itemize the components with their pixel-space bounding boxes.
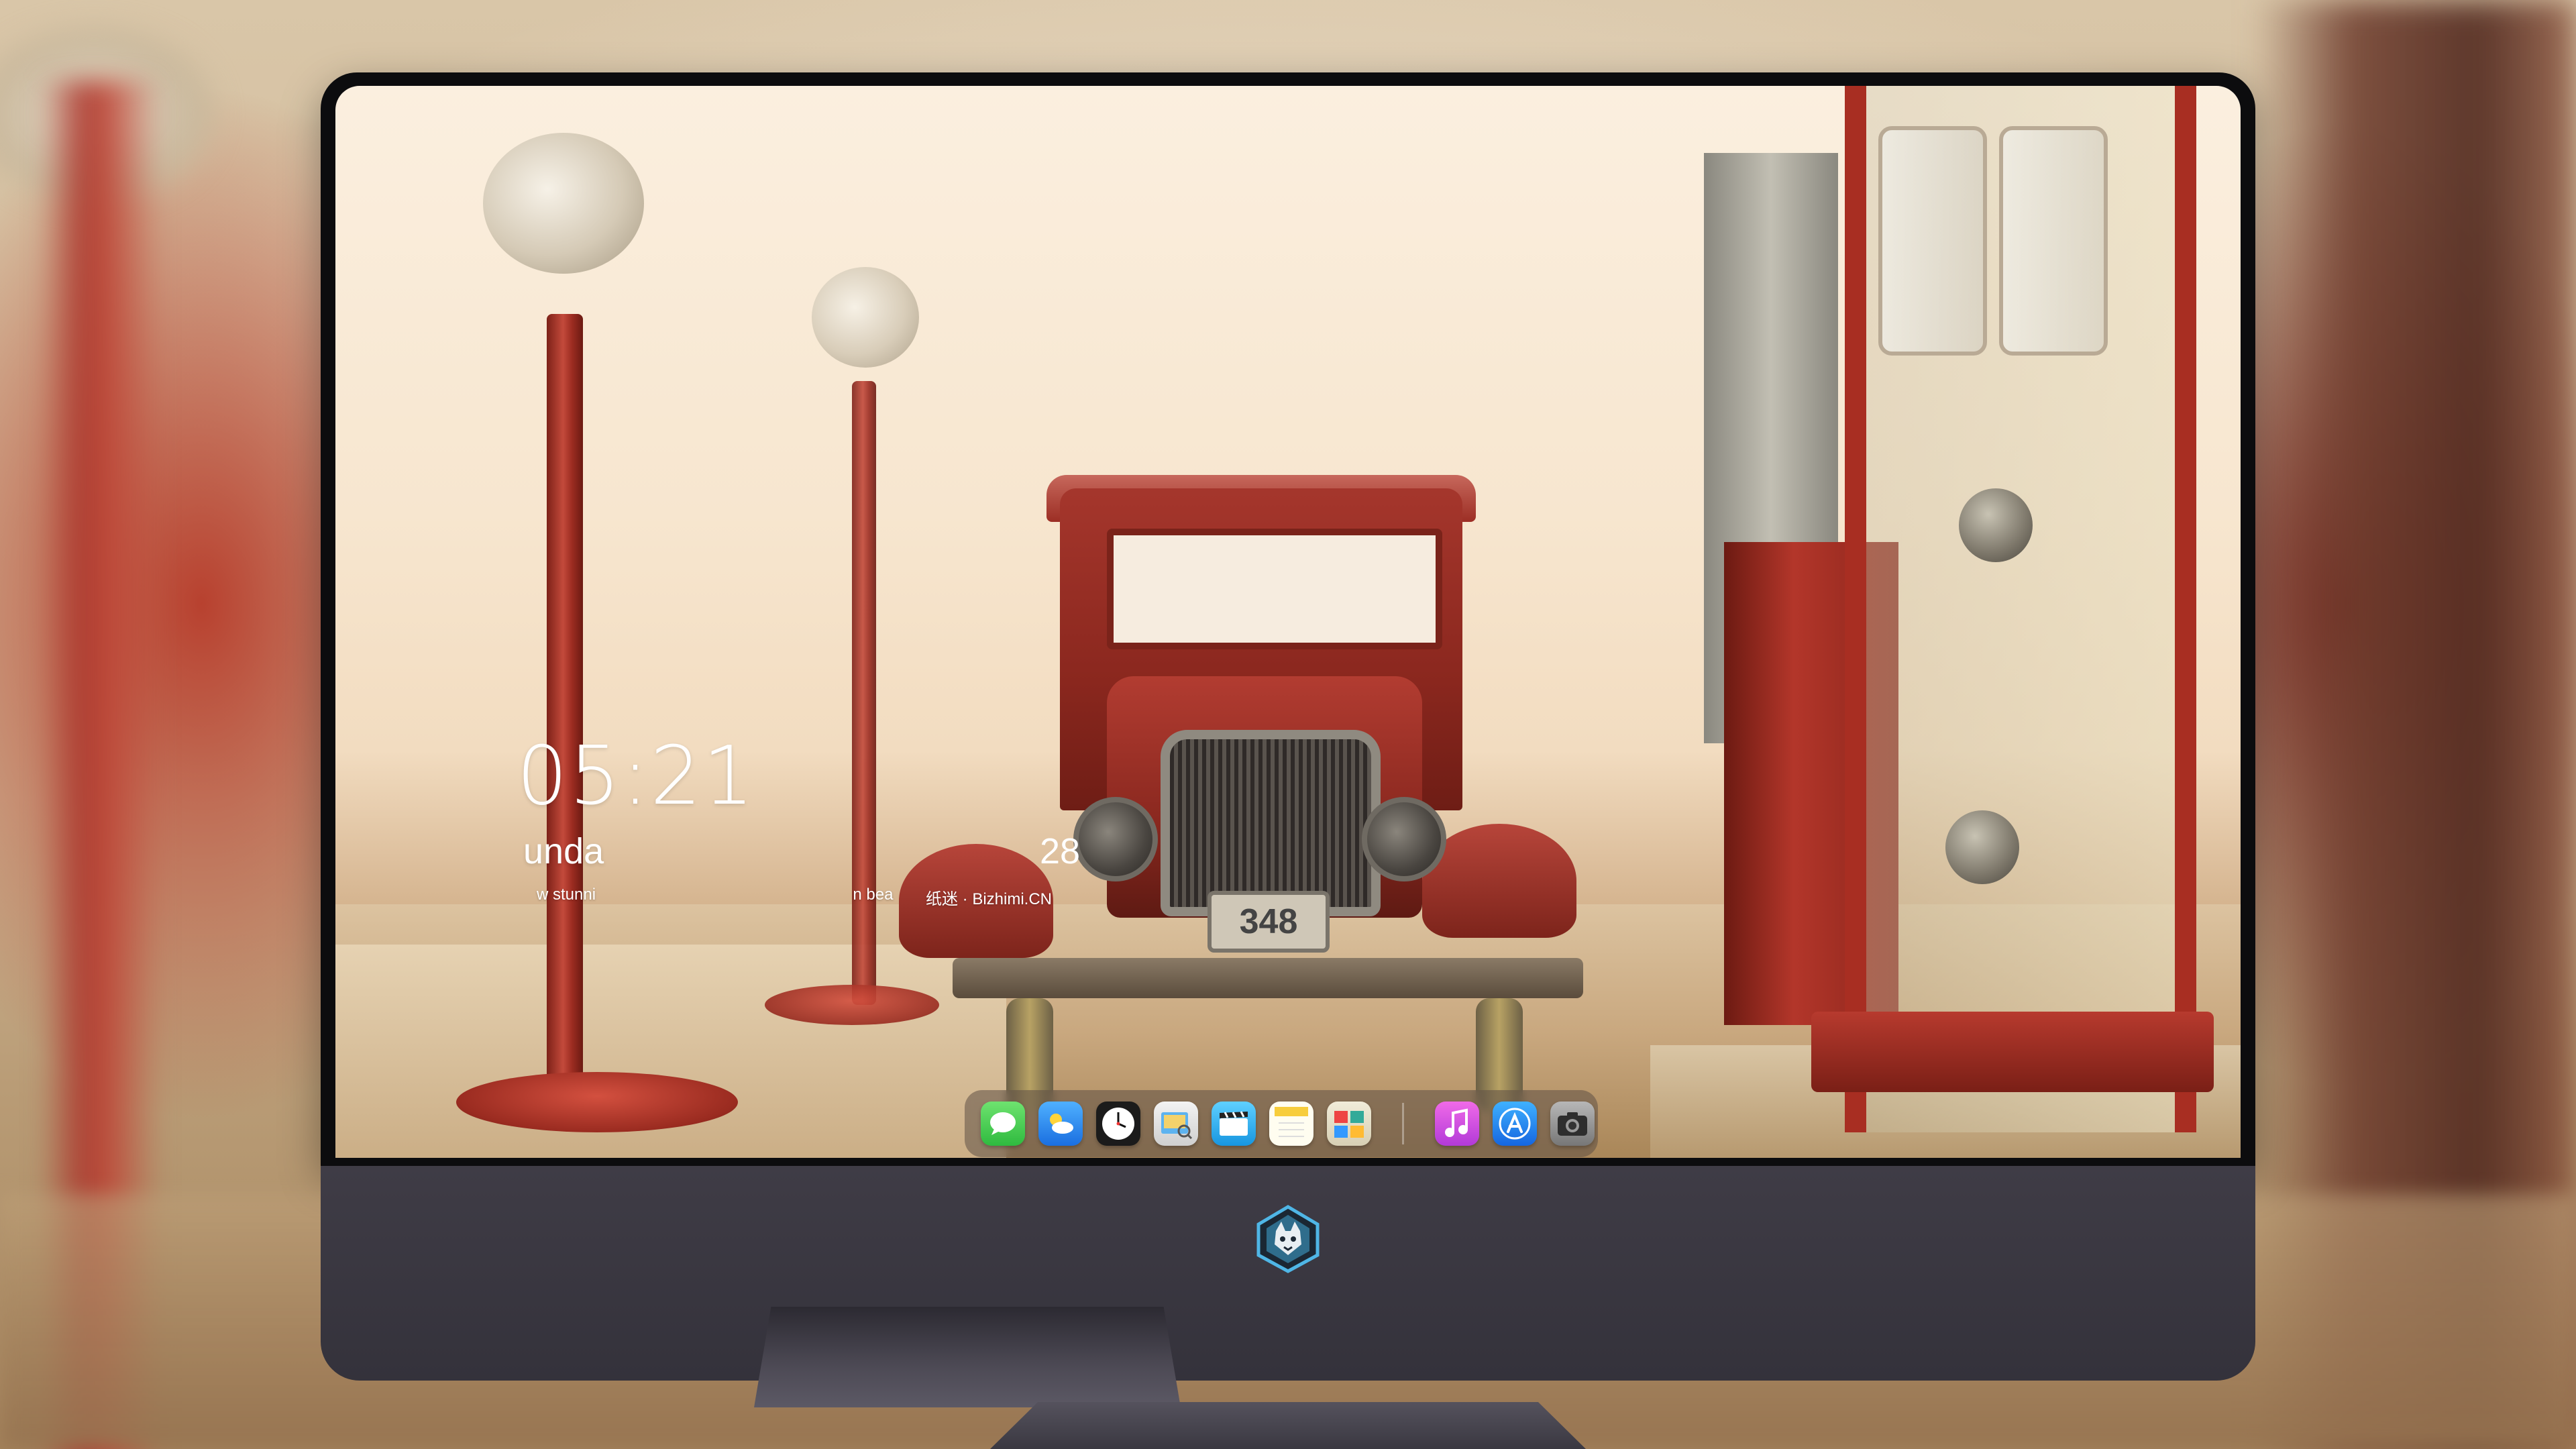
wallpaper-pump-valve-top: [1959, 488, 2033, 562]
wallpaper-lamp-middle-pole: [852, 381, 876, 1005]
wallpaper-pump-glass-left: [1878, 126, 1987, 356]
wallpaper-pump-glass-right: [1999, 126, 2108, 356]
wallpaper-truck-headlight-left: [1073, 797, 1158, 881]
wolf-mascot-logo-icon: [1253, 1204, 1323, 1274]
wallpaper-truck-window: [1107, 529, 1442, 649]
app-store-icon[interactable]: [1493, 1102, 1537, 1146]
monitor-stand-base: [990, 1402, 1586, 1449]
monitor-bezel: 348 05:21 unda 28 w stunni n bea 纸迷 · Bi…: [321, 72, 2255, 1166]
wallpaper-caption-text: w stunni: [537, 885, 596, 904]
monitor: 348 05:21 unda 28 w stunni n bea 纸迷 · Bi…: [321, 72, 2255, 1407]
wallpaper-lamp-left-base: [456, 1072, 738, 1132]
wallpaper-lamp-left-head: [483, 133, 644, 274]
lockscreen-date: unda: [523, 831, 604, 871]
wallpaper-lamp-left-pole: [547, 314, 583, 1106]
wallpaper-caption-text-2: n bea: [853, 885, 894, 904]
weather-icon[interactable]: [1038, 1102, 1083, 1146]
wallpaper-truck-bumper: [953, 958, 1583, 998]
wallpaper-caption: w stunni n bea: [537, 885, 893, 904]
lockscreen-day: 28: [1040, 831, 1081, 871]
wallpaper-pump-base: [1811, 1012, 2214, 1092]
wallpaper-truck-headlight-right: [1362, 797, 1446, 881]
itunes-icon[interactable]: [1435, 1102, 1479, 1146]
messages-icon[interactable]: [981, 1102, 1025, 1146]
screen: 348 05:21 unda 28 w stunni n bea 纸迷 · Bi…: [335, 86, 2241, 1158]
photo-booth-icon[interactable]: [1327, 1102, 1371, 1146]
camera-icon[interactable]: [1550, 1102, 1595, 1146]
wallpaper-pump-valve-bottom: [1945, 810, 2019, 884]
dock: [965, 1090, 1598, 1157]
desktop-background: 348 05:21 unda 28 w stunni n bea 纸迷 · Bi…: [0, 0, 2576, 1449]
preview-icon[interactable]: [1154, 1102, 1198, 1146]
notes-icon[interactable]: [1269, 1102, 1313, 1146]
wallpaper-lamp-middle-base: [765, 985, 939, 1025]
clock-icon[interactable]: [1096, 1102, 1140, 1146]
wallpaper-truck-grille: [1161, 730, 1381, 916]
lockscreen-time: 05:21: [517, 730, 755, 823]
wallpaper-truck-plate: 348: [1208, 891, 1330, 953]
wallpaper-credit: 纸迷 · Bizhimi.CN: [926, 890, 1053, 908]
clips-icon[interactable]: [1212, 1102, 1256, 1146]
wallpaper-lamp-middle-head: [812, 267, 919, 368]
monitor-stand-neck: [754, 1307, 1181, 1407]
dock-separator: [1402, 1103, 1404, 1144]
